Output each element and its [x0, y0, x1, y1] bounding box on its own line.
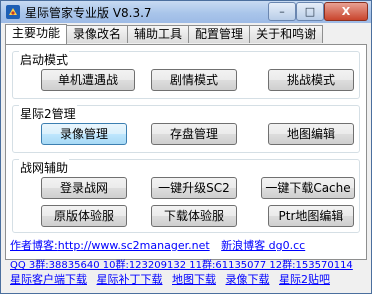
replay-download-link[interactable]: 录像下载 — [226, 273, 270, 286]
window-controls: – □ X — [268, 2, 368, 21]
upgrade-sc2-button[interactable]: 一键升级SC2 — [151, 177, 237, 199]
maximize-button[interactable]: □ — [296, 2, 324, 21]
minimize-button[interactable]: – — [268, 2, 296, 21]
login-battlenet-button[interactable]: 登录战网 — [41, 177, 127, 199]
save-manager-button[interactable]: 存盘管理 — [151, 123, 237, 145]
download-cache-button[interactable]: 一键下载Cache — [261, 177, 355, 199]
blog-row: 作者博客:http://www.sc2manager.net 新浪博客 dg0.… — [10, 237, 305, 253]
startup-mode-group: 启动模式 单机遭遇战 剧情模式 挑战模式 — [12, 51, 360, 99]
sc2-management-group: 星际2管理 录像管理 存盘管理 地图编辑 — [12, 105, 360, 153]
tab-config[interactable]: 配置管理 — [188, 25, 251, 43]
group-title: 战网辅助 — [19, 159, 70, 176]
tab-aux-tools[interactable]: 辅助工具 — [127, 25, 190, 43]
group-title: 启动模式 — [19, 51, 70, 68]
replay-manager-button[interactable]: 录像管理 — [41, 123, 127, 145]
close-button[interactable]: X — [324, 2, 368, 21]
skirmish-button[interactable]: 单机遭遇战 — [41, 69, 135, 91]
tab-bar: 主要功能 录像改名 辅助工具 配置管理 关于和鸣谢 — [5, 24, 324, 44]
blog-link[interactable]: http://www.sc2manager.net — [58, 239, 210, 252]
original-test-server-button[interactable]: 原版体验服 — [41, 205, 127, 227]
download-test-server-button[interactable]: 下载体验服 — [151, 205, 237, 227]
qq-groups-link[interactable]: QQ 3群:38835640 10群:123209132 11群:6113507… — [10, 260, 353, 271]
patch-download-link[interactable]: 星际补丁下载 — [97, 273, 163, 286]
client-download-link[interactable]: 星际客户端下载 — [10, 273, 87, 286]
qq-group-row: QQ 3群:38835640 10群:123209132 11群:6113507… — [10, 256, 353, 271]
sina-blog-link[interactable]: 新浪博客 dg0.cc — [221, 239, 305, 252]
group-title: 星际2管理 — [19, 105, 77, 122]
title-bar[interactable]: 星际管家专业版 V8.3.7 – □ X — [1, 1, 371, 23]
ptr-map-editor-button[interactable]: Ptr地图编辑 — [268, 205, 354, 227]
app-icon — [6, 5, 20, 19]
map-download-link[interactable]: 地图下载 — [172, 273, 216, 286]
challenge-button[interactable]: 挑战模式 — [268, 69, 354, 91]
blog-label[interactable]: 作者博客: — [10, 239, 58, 252]
main-functions-panel: 启动模式 单机遭遇战 剧情模式 挑战模式 星际2管理 录像管理 存盘管理 地图编… — [5, 44, 367, 260]
tab-main-functions[interactable]: 主要功能 — [5, 24, 68, 44]
tab-rename-replays[interactable]: 录像改名 — [66, 25, 129, 43]
window-title: 星际管家专业版 V8.3.7 — [25, 6, 152, 20]
app-window: 星际管家专业版 V8.3.7 – □ X 主要功能 录像改名 辅助工具 配置管理… — [0, 0, 372, 294]
campaign-button[interactable]: 剧情模式 — [151, 69, 237, 91]
map-editor-button[interactable]: 地图编辑 — [268, 123, 354, 145]
battlenet-helper-group: 战网辅助 登录战网 一键升级SC2 一键下载Cache 原版体验服 下载体验服 … — [12, 159, 360, 233]
tab-about[interactable]: 关于和鸣谢 — [249, 25, 324, 43]
sc2-tieba-link[interactable]: 星际2贴吧 — [279, 273, 330, 286]
download-links-row: 星际客户端下载 星际补丁下载 地图下载 录像下载 星际2贴吧 — [10, 271, 330, 287]
